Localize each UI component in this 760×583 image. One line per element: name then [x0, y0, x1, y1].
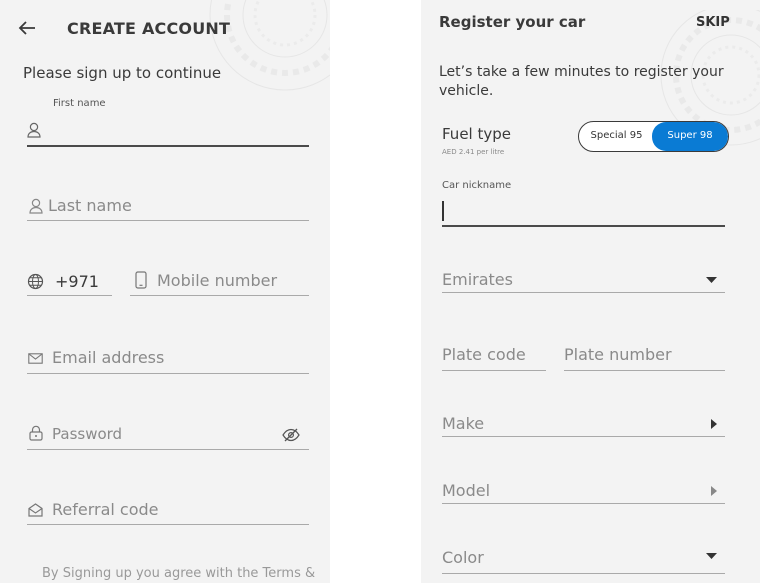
color-underline: [442, 573, 725, 574]
make-placeholder: Make: [442, 414, 485, 433]
signup-subtitle: Please sign up to continue: [23, 64, 222, 82]
terms-text: By Signing up you agree with the Terms &: [42, 566, 316, 581]
country-code-underline: [27, 295, 112, 296]
globe-icon: [27, 273, 44, 290]
first-name-underline: [27, 145, 309, 147]
make-underline: [442, 436, 725, 437]
referral-icon: [28, 503, 43, 517]
fuel-type-toggle[interactable]: Special 95 Super 98: [578, 121, 729, 152]
caret-right-icon: [711, 419, 717, 429]
emirates-placeholder: Emirates: [442, 270, 513, 289]
eye-off-icon[interactable]: [282, 428, 300, 442]
plate-number-underline: [564, 370, 725, 371]
model-placeholder: Model: [442, 481, 491, 500]
lock-icon: [29, 425, 43, 441]
mobile-phone-icon: [135, 271, 147, 289]
register-intro-text: Let’s take a few minutes to register you…: [439, 64, 724, 99]
first-name-label: First name: [53, 98, 106, 109]
create-account-screen: CREATE ACCOUNT Please sign up to continu…: [0, 0, 330, 583]
email-placeholder: Email address: [52, 348, 165, 367]
person-icon: [27, 122, 41, 138]
fuel-price-text: AED 2.41 per litre: [442, 148, 505, 156]
page-title: CREATE ACCOUNT: [67, 19, 231, 38]
car-nickname-underline: [442, 225, 725, 227]
referral-code-underline: [27, 524, 309, 525]
caret-right-icon: [711, 486, 717, 496]
mobile-number-underline: [130, 295, 309, 296]
text-cursor: [442, 201, 444, 221]
country-code-value: +971: [55, 272, 99, 291]
back-arrow-icon[interactable]: [18, 20, 36, 36]
emirates-underline: [442, 292, 725, 293]
plate-code-placeholder: Plate code: [442, 345, 526, 364]
fuel-type-label: Fuel type: [442, 125, 511, 143]
plate-number-placeholder: Plate number: [564, 345, 672, 364]
color-placeholder: Color: [442, 548, 484, 567]
referral-code-placeholder: Referral code: [52, 500, 159, 519]
model-underline: [442, 503, 725, 504]
last-name-underline: [27, 220, 309, 221]
caret-down-icon: [706, 553, 717, 560]
fuel-option-special-95[interactable]: Special 95: [579, 122, 654, 151]
register-car-title: Register your car: [439, 13, 586, 31]
email-underline: [27, 373, 309, 374]
skip-button[interactable]: SKIP: [696, 15, 730, 30]
envelope-icon: [28, 353, 43, 364]
person-icon: [29, 198, 43, 214]
fuel-option-super-98[interactable]: Super 98: [652, 122, 728, 151]
last-name-placeholder: Last name: [48, 196, 132, 215]
background-decoration: [209, 0, 330, 91]
mobile-number-placeholder: Mobile number: [157, 271, 278, 290]
password-placeholder: Password: [52, 425, 123, 443]
password-underline: [27, 449, 309, 450]
caret-down-icon: [706, 277, 717, 284]
car-nickname-label: Car nickname: [442, 180, 512, 191]
plate-code-underline: [442, 370, 546, 371]
